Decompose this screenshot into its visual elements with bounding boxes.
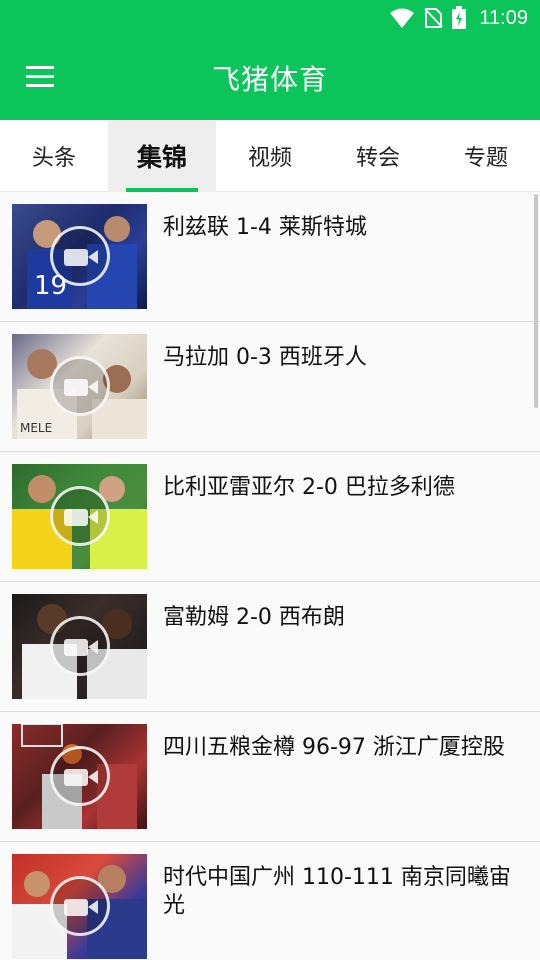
tab-label: 专题 xyxy=(463,146,508,171)
tab-transfers[interactable]: 转会 xyxy=(324,120,432,192)
video-play-icon xyxy=(50,486,110,546)
battery-charging-icon xyxy=(451,6,467,30)
scrollbar[interactable] xyxy=(534,194,538,408)
wifi-icon xyxy=(389,7,415,29)
svg-text:MELE: MELE xyxy=(20,421,52,435)
video-thumbnail: 19 xyxy=(12,204,147,309)
page-title: 飞猪体育 xyxy=(211,63,328,96)
video-play-icon xyxy=(50,356,110,416)
video-title: 四川五粮金樽 96-97 浙江广厦控股 xyxy=(163,735,505,760)
video-play-icon xyxy=(50,616,110,676)
tab-highlights[interactable]: 集锦 xyxy=(108,120,216,192)
list-item[interactable]: 19 利兹联 1-4 莱斯特城 xyxy=(0,192,540,322)
list-item[interactable]: 时代中国广州 110-111 南京同曦宙光 xyxy=(0,842,540,960)
status-time: 11:09 xyxy=(479,6,528,29)
video-title: 利兹联 1-4 莱斯特城 xyxy=(163,215,367,240)
video-play-icon xyxy=(50,226,110,286)
video-title: 富勒姆 2-0 西布朗 xyxy=(163,605,345,630)
list-item[interactable]: 比利亚雷亚尔 2-0 巴拉多利德 xyxy=(0,452,540,582)
video-list: 19 利兹联 1-4 莱斯特城 MELE 马拉加 0-3 西班牙人 比利亚雷亚尔… xyxy=(0,192,540,960)
tab-label: 转会 xyxy=(355,146,400,171)
video-thumbnail: MELE xyxy=(12,334,147,439)
video-thumbnail xyxy=(12,854,147,959)
category-tabs: 头条 集锦 视频 转会 专题 xyxy=(0,120,540,192)
tab-videos[interactable]: 视频 xyxy=(216,120,324,192)
list-item[interactable]: MELE 马拉加 0-3 西班牙人 xyxy=(0,322,540,452)
no-sim-icon xyxy=(423,7,444,29)
app-bar: 11:09 飞猪体育 xyxy=(0,0,540,120)
video-title: 时代中国广州 110-111 南京同曦宙光 xyxy=(163,865,511,918)
video-thumbnail xyxy=(12,464,147,569)
list-item[interactable]: 四川五粮金樽 96-97 浙江广厦控股 xyxy=(0,712,540,842)
video-title: 比利亚雷亚尔 2-0 巴拉多利德 xyxy=(163,475,455,500)
tab-label: 头条 xyxy=(31,146,76,171)
status-bar: 11:09 xyxy=(0,0,540,36)
tab-label: 视频 xyxy=(247,146,292,171)
list-item[interactable]: 富勒姆 2-0 西布朗 xyxy=(0,582,540,712)
video-title: 马拉加 0-3 西班牙人 xyxy=(163,345,367,370)
video-play-icon xyxy=(50,876,110,936)
tab-label: 集锦 xyxy=(136,143,187,172)
tab-topics[interactable]: 专题 xyxy=(432,120,540,192)
tab-headlines[interactable]: 头条 xyxy=(0,120,108,192)
video-play-icon xyxy=(50,746,110,806)
video-thumbnail xyxy=(12,724,147,829)
video-thumbnail xyxy=(12,594,147,699)
